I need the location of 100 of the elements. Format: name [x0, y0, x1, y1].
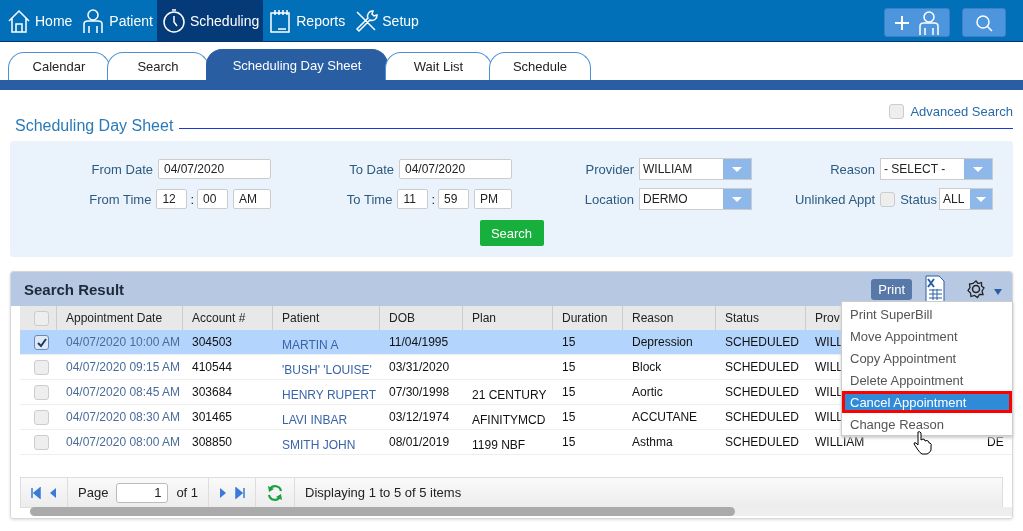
caret-icon	[976, 196, 986, 202]
previous-page-icon	[49, 486, 57, 499]
appointment-link[interactable]: 04/07/2020 08:00 AM	[66, 435, 181, 449]
table-cell: 03/12/1974	[389, 410, 450, 424]
field-label: Location	[584, 191, 634, 207]
table-cell: 15	[562, 410, 576, 424]
row-checkbox[interactable]	[34, 409, 49, 425]
page-number-field[interactable]: 1	[116, 482, 169, 503]
column-header[interactable]: Appointment Date	[66, 311, 163, 325]
search-button[interactable]	[962, 8, 1006, 37]
nav-item[interactable]: Patient	[76, 0, 157, 41]
column-header[interactable]: Duration	[562, 311, 608, 325]
scrollbar-thumb[interactable]	[30, 507, 735, 516]
column-header[interactable]: Status	[725, 311, 760, 325]
select-all-checkbox[interactable]	[34, 310, 49, 326]
column-header[interactable]: DOB	[389, 311, 415, 325]
page-title: Scheduling Day Sheet	[10, 117, 180, 135]
tab[interactable]: Scheduling Day Sheet	[206, 49, 388, 80]
column-header[interactable]: Account #	[192, 311, 246, 325]
tab[interactable]: Schedule	[489, 52, 591, 80]
table-cell: WILLIAM	[815, 435, 865, 449]
person-icon	[916, 9, 940, 36]
appointment-link[interactable]: 04/07/2020 10:00 AM	[66, 335, 181, 349]
patient-link[interactable]: SMITH JOHN	[282, 438, 356, 452]
pager-info: Displaying 1 to 5 of 5 items	[304, 485, 462, 500]
am-pm-field[interactable]: PM	[474, 189, 512, 209]
hour-field[interactable]: 11	[397, 189, 429, 209]
nav-item[interactable]: Scheduling	[156, 0, 264, 41]
panel-title: Search Result	[24, 280, 126, 298]
page-label: Page	[78, 485, 109, 500]
print-button[interactable]: Print	[871, 278, 912, 300]
stopwatch-icon	[160, 7, 187, 34]
date-field[interactable]: 04/07/2020	[158, 159, 271, 179]
patient-link[interactable]: 'BUSH' 'LOUISE'	[282, 363, 372, 377]
checkbox[interactable]	[889, 104, 905, 119]
am-pm-field[interactable]: AM	[233, 189, 271, 209]
table-cell: 03/31/2020	[389, 360, 450, 374]
field-label: To Time	[346, 191, 393, 207]
menu-item[interactable]: Print SuperBill	[842, 303, 1012, 325]
appointment-link[interactable]: 04/07/2020 09:15 AM	[66, 360, 181, 374]
add-patient-button[interactable]	[884, 8, 950, 37]
dropdown[interactable]: - SELECT -	[880, 158, 993, 180]
minute-field[interactable]: 59	[438, 189, 469, 209]
date-field[interactable]: 04/07/2020	[399, 159, 512, 179]
caret-icon	[973, 166, 983, 172]
advanced-search-checkbox[interactable]: Advanced Search	[889, 104, 1013, 119]
nav-item[interactable]: Setup	[349, 0, 423, 41]
caret-icon	[732, 166, 742, 172]
column-header[interactable]: Prov	[815, 311, 840, 325]
appointment-link[interactable]: 04/07/2020 08:45 AM	[66, 385, 181, 399]
patient-link[interactable]: LAVI INBAR	[282, 413, 348, 427]
row-checkbox[interactable]	[34, 384, 49, 400]
row-checkbox[interactable]	[34, 434, 49, 450]
table-cell: DE	[987, 435, 1004, 449]
nav-item[interactable]: Home	[2, 0, 77, 41]
table-cell: 410544	[192, 360, 233, 374]
table-cell: SCHEDULED	[725, 435, 799, 449]
field-label: Unlinked Appt	[794, 191, 876, 207]
gear-icon	[966, 279, 986, 299]
tab[interactable]: Search	[107, 52, 209, 80]
dropdown[interactable]: ALL	[939, 188, 993, 210]
column-header[interactable]: Reason	[632, 311, 674, 325]
checkbox[interactable]	[880, 191, 896, 207]
tools-icon	[353, 7, 380, 34]
table-cell: 308850	[192, 435, 233, 449]
table-cell: SCHEDULED	[725, 335, 799, 349]
table-cell: Aortic	[632, 385, 663, 399]
column-header[interactable]: Patient	[282, 311, 320, 325]
table-cell: Asthma	[632, 435, 673, 449]
table-cell: 15	[562, 335, 576, 349]
hour-field[interactable]: 12	[156, 189, 188, 209]
row-checkbox[interactable]	[34, 359, 49, 375]
house-icon	[6, 7, 32, 34]
table-cell: WILL	[815, 335, 843, 349]
field-label: Status	[900, 191, 937, 207]
appointment-link[interactable]: 04/07/2020 08:30 AM	[66, 410, 181, 424]
table-cell: 1199 NBF	[472, 437, 526, 452]
time-separator: :	[190, 191, 194, 207]
table-cell: 15	[562, 385, 576, 399]
table-cell: WILL	[815, 410, 843, 424]
patient-link[interactable]: MARTIN A	[282, 338, 339, 352]
table-cell: SCHEDULED	[725, 410, 799, 424]
table-cell: 21 CENTURY	[472, 387, 547, 402]
tab[interactable]: Calendar	[8, 52, 110, 80]
row-checkbox[interactable]	[34, 334, 49, 350]
patient-link[interactable]: HENRY RUPERT	[282, 388, 377, 402]
dropdown[interactable]: DERMO	[639, 188, 752, 210]
tab[interactable]: Wait List	[385, 52, 492, 80]
menu-item[interactable]: Cancel Appointment	[842, 391, 1012, 413]
time-separator: :	[431, 191, 435, 207]
minute-field[interactable]: 00	[197, 189, 228, 209]
field-label: Reason	[830, 161, 875, 177]
table-cell: 08/01/2019	[389, 435, 450, 449]
table-cell: 11/04/1995	[389, 335, 449, 349]
dropdown[interactable]: WILLIAM	[639, 158, 752, 180]
table-cell: 07/30/1998	[389, 385, 450, 399]
nav-item[interactable]: Reports	[263, 0, 350, 41]
caret-icon	[732, 196, 742, 202]
column-header[interactable]: Plan	[472, 311, 497, 325]
table-cell: 303684	[192, 385, 233, 399]
